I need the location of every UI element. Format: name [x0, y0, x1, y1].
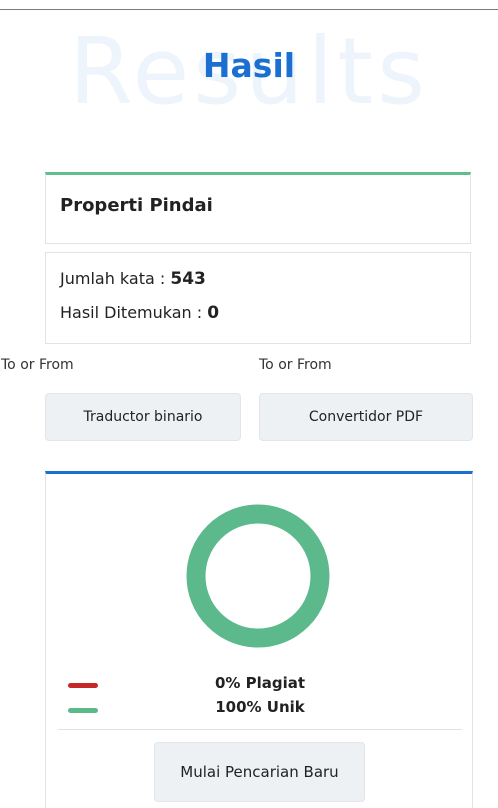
pdf-converter-button[interactable]: Convertidor PDF — [259, 393, 473, 441]
binary-translator-button[interactable]: Traductor binario — [45, 393, 241, 441]
top-divider — [0, 9, 498, 10]
tool-caption-binary: To or From — [1, 357, 74, 373]
scan-properties-card: Properti Pindai — [45, 172, 471, 244]
results-found-label: Hasil Ditemukan : — [60, 303, 208, 322]
word-count-value: 543 — [170, 269, 206, 289]
results-found-value: 0 — [207, 303, 220, 323]
scan-stats-card: Jumlah kata : 543 Hasil Ditemukan : 0 — [45, 252, 471, 344]
result-donut-chart — [186, 504, 330, 648]
result-divider — [58, 729, 462, 730]
results-page: Results Hasil Properti Pindai Jumlah kat… — [0, 0, 498, 808]
unique-percent-label: 100% Unik — [215, 698, 305, 716]
new-search-button[interactable]: Mulai Pencarian Baru — [154, 742, 365, 802]
results-found-row: Hasil Ditemukan : 0 — [60, 303, 219, 323]
plagiarism-percent-label: 0% Plagiat — [214, 674, 306, 692]
unique-ring — [186, 504, 330, 648]
word-count-row: Jumlah kata : 543 — [60, 269, 206, 289]
page-title: Hasil — [202, 46, 296, 85]
scan-properties-title: Properti Pindai — [60, 195, 213, 216]
results-header: Results Hasil — [0, 22, 498, 122]
word-count-label: Jumlah kata : — [60, 269, 171, 288]
plagiarism-result-card: 0% Plagiat 100% Unik Mulai Pencarian Bar… — [45, 471, 473, 808]
tool-caption-pdf: To or From — [259, 357, 332, 373]
